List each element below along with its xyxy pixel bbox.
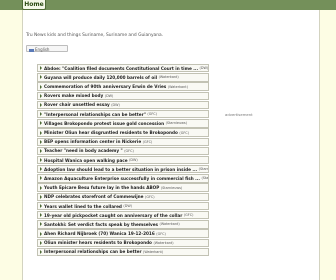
news-source: (GFC) xyxy=(142,139,153,144)
news-source: (GFC) xyxy=(124,148,134,153)
news-title-link[interactable]: "Interpersonal relationships can be bett… xyxy=(44,112,146,117)
news-source: (DW) xyxy=(129,158,138,163)
arrow-right-icon xyxy=(40,102,42,107)
news-item[interactable]: Abdoe: "Coalition filed documents Consti… xyxy=(37,64,209,73)
arrow-right-icon xyxy=(40,194,42,199)
news-source: (Starnieuws) xyxy=(165,121,188,126)
news-item[interactable]: Amazon Aquaculture Enterprise successful… xyxy=(37,174,209,183)
news-title-link[interactable]: Youth Epicare Besu future lay in the han… xyxy=(44,185,159,190)
language-selector[interactable]: English xyxy=(26,45,68,52)
news-item[interactable]: Rovers make mixed body (DW) xyxy=(37,91,209,100)
news-source: (DW) xyxy=(199,66,209,71)
home-tab[interactable]: Home xyxy=(22,0,46,10)
news-title-link[interactable]: Abdoe: "Coalition filed documents Consti… xyxy=(44,66,198,71)
arrow-right-icon xyxy=(40,240,42,245)
arrow-right-icon xyxy=(40,176,42,181)
arrow-right-icon xyxy=(40,112,42,117)
arrow-right-icon xyxy=(40,130,42,135)
news-item[interactable]: Interpersonal relationships can be bette… xyxy=(37,247,209,257)
advertisement-label: advertisement xyxy=(225,112,253,117)
arrow-right-icon xyxy=(40,249,42,254)
news-source: (GFC) xyxy=(179,130,189,135)
news-item[interactable]: Adoption law should lead to a better sit… xyxy=(37,165,209,174)
arrow-right-icon xyxy=(40,148,42,153)
news-source: (Waterkant) xyxy=(158,75,179,80)
news-item[interactable]: Rover chair unsettled essay (DW) xyxy=(37,100,209,110)
news-item[interactable]: Hospital Wanica open walking pace (DW) xyxy=(37,155,209,165)
arrow-right-icon xyxy=(40,66,42,71)
intro-text: Tru News kids and things Suriname, Surin… xyxy=(26,33,164,38)
news-list: Abdoe: "Coalition filed documents Consti… xyxy=(37,64,209,257)
news-source: (GFC) xyxy=(147,112,157,117)
news-source: (DW) xyxy=(104,93,114,98)
news-item[interactable]: Minister Oliun hear disgruntled resident… xyxy=(37,128,209,137)
news-item[interactable]: Oliun minister hears residents to Brokop… xyxy=(37,238,209,247)
news-title-link[interactable]: 19-year old pickpocket caught on anniver… xyxy=(44,213,182,218)
news-source: (Waterkant) xyxy=(143,249,164,254)
news-source: (GFC) xyxy=(156,231,166,236)
news-title-link[interactable]: Villages Brokopondo protest issue gold c… xyxy=(44,121,164,126)
arrow-right-icon xyxy=(40,167,42,172)
arrow-right-icon xyxy=(40,231,42,236)
news-source: (Waterkant) xyxy=(153,240,174,245)
arrow-right-icon xyxy=(40,213,42,218)
news-title-link[interactable]: Oliun minister hears residents to Brokop… xyxy=(44,240,152,245)
news-source: (GFC) xyxy=(183,213,194,218)
news-source: (Waterkant) xyxy=(167,84,188,89)
arrow-right-icon xyxy=(40,185,42,190)
news-item[interactable]: Villages Brokopondo protest issue gold c… xyxy=(37,119,209,128)
news-title-link[interactable]: Hospital Wanica open walking pace xyxy=(44,158,128,163)
news-item[interactable]: 19-year old pickpocket caught on anniver… xyxy=(37,211,209,220)
news-item[interactable]: Santokhi: Set verdict facts speak by the… xyxy=(37,220,209,229)
news-title-link[interactable]: Commemoration of 90th anniversary Erwin … xyxy=(44,84,166,89)
news-item[interactable]: Years wallet lined to the collared (DW) xyxy=(37,201,209,211)
news-title-link[interactable]: Minister Oliun hear disgruntled resident… xyxy=(44,130,178,135)
news-item[interactable]: BEP opens information center in Nickerie… xyxy=(37,137,209,146)
arrow-right-icon xyxy=(40,158,42,163)
news-title-link[interactable]: Interpersonal relationships can be bette… xyxy=(44,249,142,254)
news-item[interactable]: NDP celebrates storefront of Commewijne(… xyxy=(37,192,209,202)
news-title-link[interactable]: Amazon Aquaculture Enterprise successful… xyxy=(44,176,200,181)
news-source: (GFC) xyxy=(145,194,155,199)
news-item[interactable]: Teacher "need in body academy " (GFC) xyxy=(37,146,209,156)
news-title-link[interactable]: Rovers make mixed body xyxy=(44,93,103,98)
news-title-link[interactable]: Guyana will produce daily 120,000 barrel… xyxy=(44,75,157,80)
news-title-link[interactable]: Ahen Richard Nijbroek (70) Wanica 19-12-… xyxy=(44,231,155,236)
news-title-link[interactable]: Rover chair unsettled essay xyxy=(44,102,110,107)
news-source: (DW) xyxy=(111,102,120,107)
arrow-right-icon xyxy=(40,75,42,80)
news-source: (Starnieuws) xyxy=(160,185,183,190)
language-label: English xyxy=(35,47,50,52)
news-title-link[interactable]: Teacher "need in body academy " xyxy=(44,148,123,153)
news-item[interactable]: Guyana will produce daily 120,000 barrel… xyxy=(37,73,209,82)
arrow-right-icon xyxy=(40,204,42,208)
news-title-link[interactable]: Years wallet lined to the collared xyxy=(44,204,122,209)
news-source: (DW) xyxy=(123,204,133,208)
arrow-right-icon xyxy=(40,84,42,89)
news-item[interactable]: Ahen Richard Nijbroek (70) Wanica 19-12-… xyxy=(37,229,209,238)
news-source: (Starnieuws) xyxy=(198,167,209,172)
arrow-right-icon xyxy=(40,139,42,144)
news-source: (Starnieuws) xyxy=(201,176,209,181)
news-source: (Waterkant) xyxy=(159,222,180,227)
news-title-link[interactable]: Santokhi: Set verdict facts speak by the… xyxy=(44,222,158,227)
arrow-right-icon xyxy=(40,121,42,126)
news-item[interactable]: Youth Epicare Besu future lay in the han… xyxy=(37,183,209,192)
news-title-link[interactable]: BEP opens information center in Nickerie xyxy=(44,139,141,144)
top-nav-bar xyxy=(0,0,336,10)
news-title-link[interactable]: NDP celebrates storefront of Commewijne xyxy=(44,194,144,199)
news-item[interactable]: Commemoration of 90th anniversary Erwin … xyxy=(37,82,209,91)
arrow-right-icon xyxy=(40,93,42,98)
news-title-link[interactable]: Adoption law should lead to a better sit… xyxy=(44,167,197,172)
flag-icon xyxy=(29,48,34,52)
news-item[interactable]: "Interpersonal relationships can be bett… xyxy=(37,109,209,119)
arrow-right-icon xyxy=(40,222,42,227)
